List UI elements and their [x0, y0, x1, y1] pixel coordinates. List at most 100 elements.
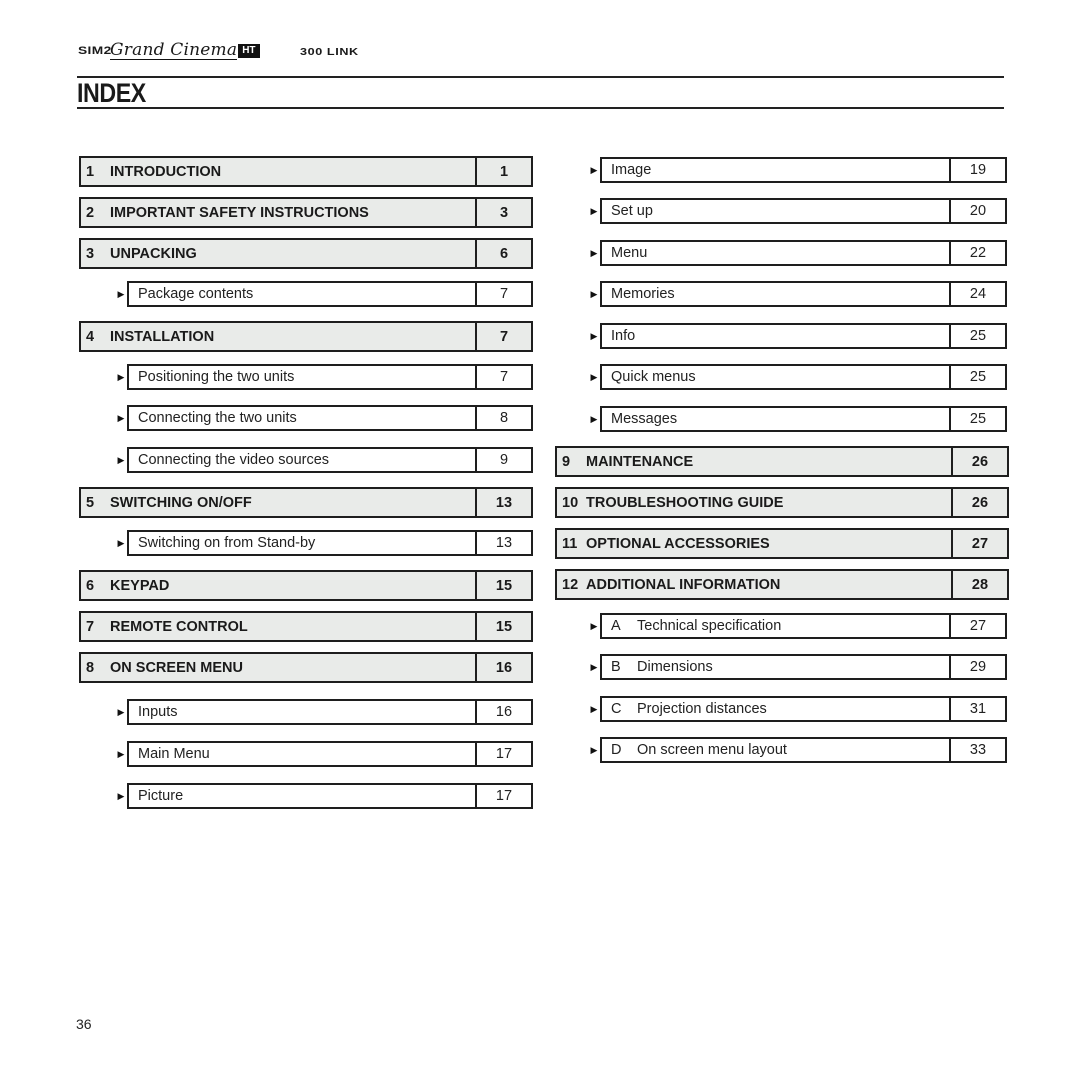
toc-subsection-picture[interactable]: ▶ Picture 17: [116, 783, 533, 809]
subsection-box: Inputs 16: [127, 699, 533, 725]
arrow-right-icon: ▶: [117, 371, 125, 382]
subsection-label: Messages: [611, 411, 678, 427]
section-title: 7 REMOTE CONTROL: [81, 613, 475, 640]
section-page-number: 13: [475, 489, 531, 516]
subsection-label: Projection distances: [637, 701, 767, 717]
toc-subsection-messages[interactable]: ▶ Messages 25: [589, 406, 1007, 432]
subsection-page-number: 7: [475, 366, 531, 388]
section-number: 10: [562, 494, 579, 511]
subsection-title: Info: [602, 325, 949, 347]
toc-subsection-image[interactable]: ▶ Image 19: [589, 157, 1007, 183]
subsection-box: Picture 17: [127, 783, 533, 809]
arrow-right-icon: ▶: [117, 288, 125, 299]
section-number: 3: [86, 245, 95, 262]
section-label: INTRODUCTION: [110, 163, 222, 180]
subsection-label: Inputs: [138, 704, 178, 720]
subsection-title: Main Menu: [129, 743, 475, 765]
toc-section-introduction[interactable]: 1 INTRODUCTION 1: [79, 156, 533, 187]
toc-section-switching-on-off[interactable]: 5 SWITCHING ON/OFF 13: [79, 487, 533, 518]
subsection-page-number: 25: [949, 408, 1005, 430]
toc-section-installation[interactable]: 4 INSTALLATION 7: [79, 321, 533, 352]
section-number: 12: [562, 576, 579, 593]
toc-subsection-connecting-the-two-units[interactable]: ▶ Connecting the two units 8: [116, 405, 533, 431]
subsection-title: Image: [602, 159, 949, 181]
toc-subsection-main-menu[interactable]: ▶ Main Menu 17: [116, 741, 533, 767]
toc-subsection-set-up[interactable]: ▶ Set up 20: [589, 198, 1007, 224]
arrow-right-icon: ▶: [117, 454, 125, 465]
subsection-box: C Projection distances 31: [600, 696, 1007, 722]
subsection-title: Positioning the two units: [129, 366, 475, 388]
section-title: 1 INTRODUCTION: [81, 158, 475, 185]
section-label: OPTIONAL ACCESSORIES: [586, 535, 770, 552]
subsection-page-number: 13: [475, 532, 531, 554]
subsection-page-number: 33: [949, 739, 1005, 761]
subsection-title: Memories: [602, 283, 949, 305]
section-number: 1: [86, 163, 95, 180]
subsection-box: Quick menus 25: [600, 364, 1007, 390]
toc-section-on-screen-menu[interactable]: 8 ON SCREEN MENU 16: [79, 652, 533, 683]
section-title: 3 UNPACKING: [81, 240, 475, 267]
section-label: TROUBLESHOOTING GUIDE: [586, 494, 784, 511]
toc-subsection-quick-menus[interactable]: ▶ Quick menus 25: [589, 364, 1007, 390]
toc-subsection-technical-specification[interactable]: ▶ A Technical specification 27: [589, 613, 1007, 639]
subsection-title: Menu: [602, 242, 949, 264]
subsection-title: Switching on from Stand-by: [129, 532, 475, 554]
subsection-page-number: 17: [475, 743, 531, 765]
toc-section-remote-control[interactable]: 7 REMOTE CONTROL 15: [79, 611, 533, 642]
subsection-box: A Technical specification 27: [600, 613, 1007, 639]
toc-section-keypad[interactable]: 6 KEYPAD 15: [79, 570, 533, 601]
section-page-number: 15: [475, 613, 531, 640]
toc-subsection-positioning-the-two-units[interactable]: ▶ Positioning the two units 7: [116, 364, 533, 390]
subsection-box: B Dimensions 29: [600, 654, 1007, 680]
subsection-page-number: 31: [949, 698, 1005, 720]
toc-subsection-dimensions[interactable]: ▶ B Dimensions 29: [589, 654, 1007, 680]
model-name: 300 LINK: [300, 46, 359, 58]
subsection-label: Connecting the video sources: [138, 452, 330, 468]
toc-section-important-safety-instructions[interactable]: 2 IMPORTANT SAFETY INSTRUCTIONS 3: [79, 197, 533, 228]
section-page-number: 16: [475, 654, 531, 681]
subsection-label: Picture: [138, 788, 184, 804]
appendix-letter: A: [611, 618, 621, 634]
toc-section-optional-accessories[interactable]: 11 OPTIONAL ACCESSORIES 27: [555, 528, 1009, 559]
subsection-title: C Projection distances: [602, 698, 949, 720]
subsection-box: Messages 25: [600, 406, 1007, 432]
arrow-right-icon: ▶: [117, 537, 125, 548]
subsection-page-number: 29: [949, 656, 1005, 678]
arrow-right-icon: ▶: [117, 748, 125, 759]
subsection-title: Quick menus: [602, 366, 949, 388]
toc-section-troubleshooting-guide[interactable]: 10 TROUBLESHOOTING GUIDE 26: [555, 487, 1009, 518]
subsection-label: Image: [611, 162, 652, 178]
appendix-letter: C: [611, 701, 622, 717]
section-number: 5: [86, 494, 95, 511]
toc-subsection-connecting-the-video-sources[interactable]: ▶ Connecting the video sources 9: [116, 447, 533, 473]
arrow-right-icon: ▶: [590, 288, 598, 299]
toc-subsection-inputs[interactable]: ▶ Inputs 16: [116, 699, 533, 725]
toc-section-additional-information[interactable]: 12 ADDITIONAL INFORMATION 28: [555, 569, 1009, 600]
toc-subsection-memories[interactable]: ▶ Memories 24: [589, 281, 1007, 307]
section-label: ON SCREEN MENU: [110, 659, 243, 676]
subsection-label: Info: [611, 328, 636, 344]
section-label: SWITCHING ON/OFF: [110, 494, 252, 511]
toc-subsection-package-contents[interactable]: ▶ Package contents 7: [116, 281, 533, 307]
section-title: 12 ADDITIONAL INFORMATION: [557, 571, 951, 598]
toc-subsection-menu[interactable]: ▶ Menu 22: [589, 240, 1007, 266]
subsection-page-number: 25: [949, 366, 1005, 388]
toc-section-maintenance[interactable]: 9 MAINTENANCE 26: [555, 446, 1009, 477]
subsection-box: Connecting the two units 8: [127, 405, 533, 431]
arrow-right-icon: ▶: [117, 706, 125, 717]
section-title: 4 INSTALLATION: [81, 323, 475, 350]
subsection-page-number: 19: [949, 159, 1005, 181]
toc-subsection-info[interactable]: ▶ Info 25: [589, 323, 1007, 349]
section-page-number: 15: [475, 572, 531, 599]
toc-subsection-projection-distances[interactable]: ▶ C Projection distances 31: [589, 696, 1007, 722]
section-title: 9 MAINTENANCE: [557, 448, 951, 475]
toc-subsection-switching-on-from-stand-by[interactable]: ▶ Switching on from Stand-by 13: [116, 530, 533, 556]
toc-section-unpacking[interactable]: 3 UNPACKING 6: [79, 238, 533, 269]
toc-subsection-on-screen-menu-layout[interactable]: ▶ D On screen menu layout 33: [589, 737, 1007, 763]
section-page-number: 28: [951, 571, 1007, 598]
subsection-title: A Technical specification: [602, 615, 949, 637]
arrow-right-icon: ▶: [590, 744, 598, 755]
subsection-label: Connecting the two units: [138, 410, 297, 426]
subsection-page-number: 27: [949, 615, 1005, 637]
section-page-number: 26: [951, 448, 1007, 475]
